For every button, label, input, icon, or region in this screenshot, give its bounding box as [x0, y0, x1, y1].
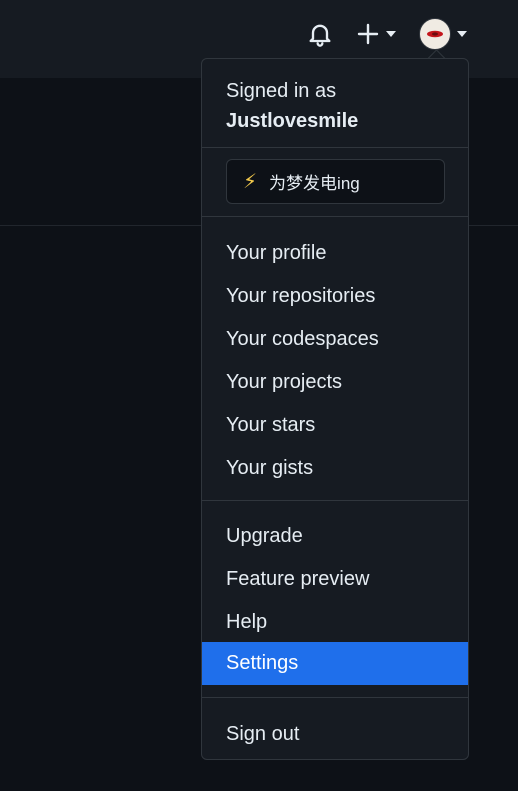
menu-item-your-projects[interactable]: Your projects — [202, 361, 468, 404]
menu-item-your-stars[interactable]: Your stars — [202, 404, 468, 447]
chevron-down-icon — [457, 31, 467, 37]
username: Justlovesmile — [226, 110, 359, 132]
notifications-button[interactable] — [306, 20, 334, 48]
avatar — [419, 18, 451, 50]
menu-divider — [202, 500, 468, 501]
menu-item-help[interactable]: Help — [202, 601, 468, 644]
chevron-down-icon — [386, 31, 396, 37]
menu-divider — [202, 147, 468, 148]
plus-icon — [357, 23, 379, 45]
avatar-icon — [427, 30, 443, 38]
set-status-button[interactable]: ⚡ 为梦发电ing — [226, 159, 445, 204]
menu-item-your-profile[interactable]: Your profile — [202, 232, 468, 275]
menu-item-your-codespaces[interactable]: Your codespaces — [202, 318, 468, 361]
status-text: 为梦发电ing — [269, 174, 360, 193]
menu-item-sign-out[interactable]: Sign out — [202, 713, 468, 756]
menu-divider — [202, 697, 468, 698]
menu-item-your-gists[interactable]: Your gists — [202, 447, 468, 490]
menu-divider — [202, 216, 468, 217]
menu-item-your-repositories[interactable]: Your repositories — [202, 275, 468, 318]
user-menu-button[interactable] — [419, 17, 471, 51]
user-dropdown-menu: Signed in as Justlovesmile ⚡ 为梦发电ing You… — [201, 58, 469, 760]
create-new-button[interactable] — [356, 20, 400, 48]
signed-in-label: Signed in as — [226, 80, 337, 102]
lightning-icon: ⚡ — [243, 171, 258, 193]
menu-item-settings[interactable]: Settings — [202, 642, 468, 685]
menu-item-upgrade[interactable]: Upgrade — [202, 515, 468, 558]
signed-in-header: Signed in as Justlovesmile — [226, 76, 358, 136]
menu-item-feature-preview[interactable]: Feature preview — [202, 558, 468, 601]
bell-icon — [309, 24, 331, 47]
